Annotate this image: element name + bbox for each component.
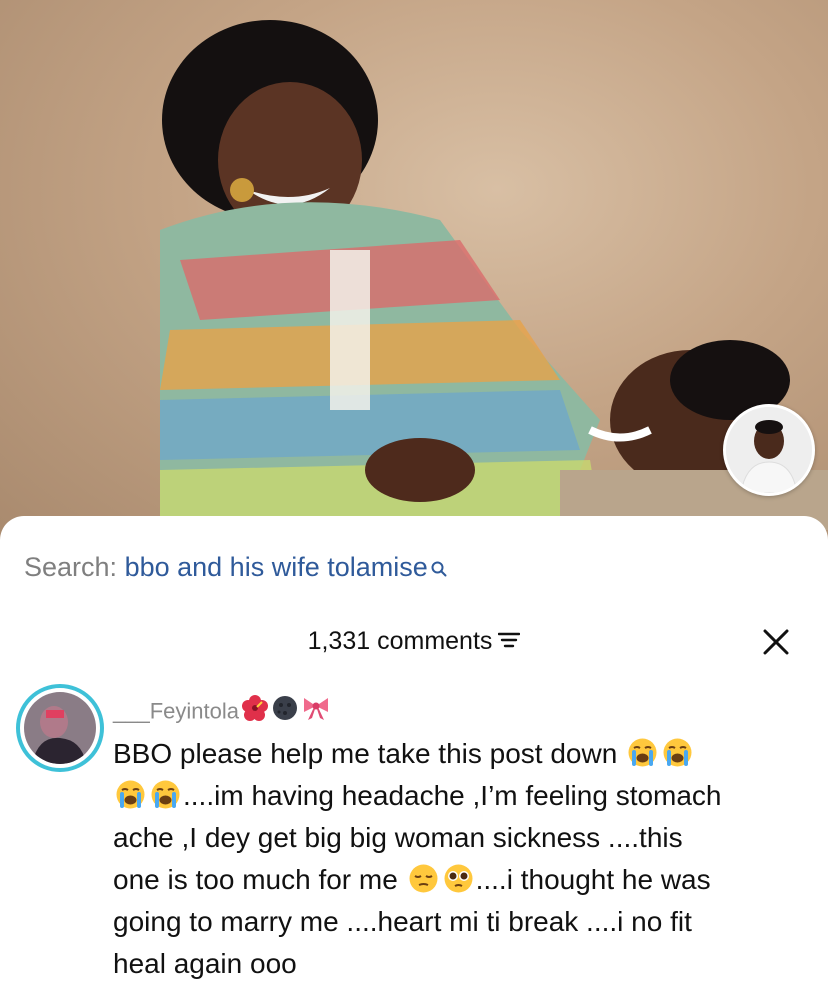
comment-line: ....im having headache ,I’m feeling stom… bbox=[113, 775, 813, 817]
comment-line: going to marry me ....heart mi ti break … bbox=[113, 906, 692, 937]
username-text: ___Feyintola bbox=[113, 698, 239, 724]
hibiscus-icon bbox=[241, 694, 269, 731]
comment-line: heal again ooo bbox=[113, 948, 297, 979]
ribbon-icon bbox=[301, 694, 331, 731]
comment-username[interactable]: ___Feyintola bbox=[113, 694, 331, 731]
search-suggestion[interactable]: Search: bbo and his wife tolamise bbox=[24, 549, 448, 585]
close-button[interactable] bbox=[760, 626, 792, 658]
comments-count: 1,331 comments bbox=[307, 627, 493, 655]
sort-filter-icon[interactable] bbox=[498, 624, 521, 658]
loudly-crying-face-icon bbox=[150, 779, 181, 810]
pleading-face-icon bbox=[443, 863, 474, 894]
loudly-crying-face-icon bbox=[627, 737, 658, 768]
comment-line: one is too much for me ....i thought he … bbox=[113, 863, 711, 895]
comment-line: BBO please help me take this post down bbox=[113, 733, 813, 775]
search-label: Search: bbox=[24, 552, 118, 582]
pensive-face-icon bbox=[408, 863, 439, 894]
post-photo bbox=[0, 0, 828, 540]
search-icon[interactable] bbox=[430, 551, 448, 587]
comment-body: BBO please help me take this post down .… bbox=[113, 733, 813, 985]
commenter-avatar-image bbox=[24, 692, 96, 764]
search-query-link[interactable]: bbo and his wife tolamise bbox=[125, 552, 428, 582]
commenter-avatar[interactable] bbox=[16, 684, 104, 772]
creator-avatar[interactable] bbox=[723, 404, 815, 496]
comment-line: ache ,I dey get big big woman sickness .… bbox=[113, 822, 683, 853]
loudly-crying-face-icon bbox=[115, 779, 146, 810]
close-icon bbox=[763, 629, 789, 655]
comments-count-header: 1,331 comments bbox=[0, 624, 828, 658]
loudly-crying-face-icon bbox=[662, 737, 693, 768]
creator-avatar-image bbox=[726, 407, 812, 493]
couple-photo-illustration bbox=[160, 20, 828, 530]
new-moon-face-icon bbox=[271, 694, 299, 731]
